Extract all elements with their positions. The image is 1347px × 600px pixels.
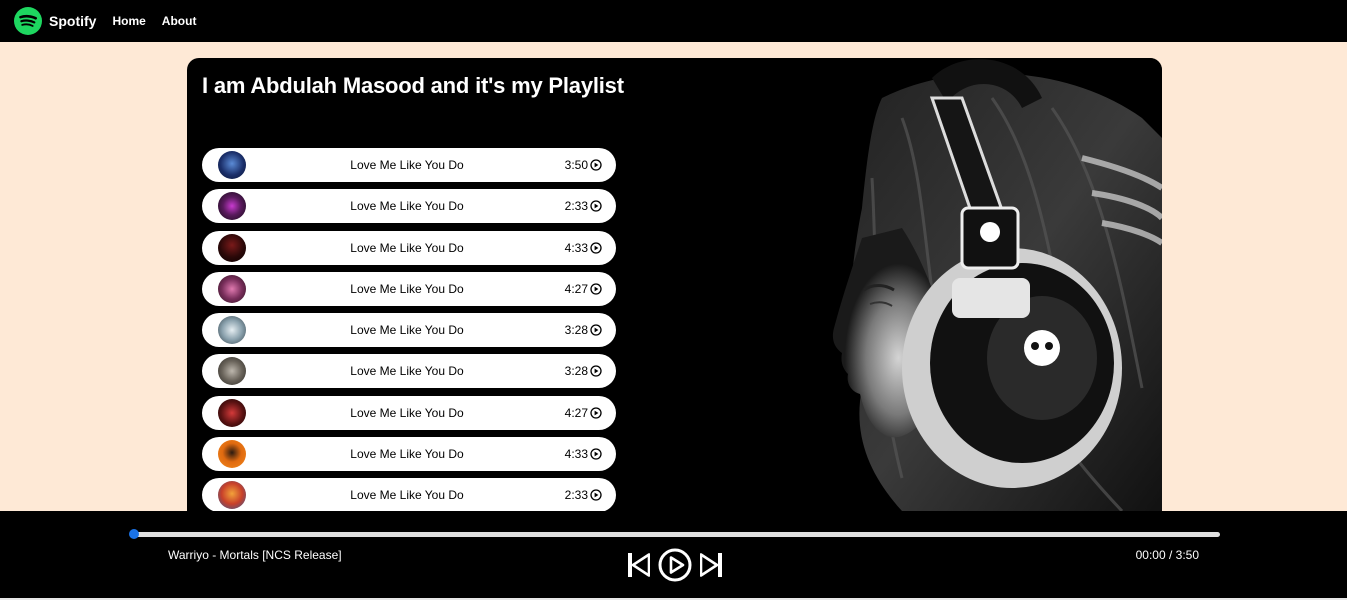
duration-text: 2:33 [564, 199, 588, 214]
song-name: Love Me Like You Do [350, 488, 464, 503]
song-duration: 4:33 [565, 447, 602, 461]
song-name: Love Me Like You Do [350, 158, 464, 172]
play-circle-icon[interactable] [590, 241, 602, 254]
song-item[interactable]: Love Me Like You Do 2:33 [202, 478, 616, 511]
song-name: Love Me Like You Do [350, 240, 464, 255]
song-item[interactable]: Love Me Like You Do 4:33 [202, 437, 616, 472]
duration-text: 4:33 [564, 240, 588, 255]
play-circle-icon[interactable] [658, 548, 692, 582]
play-circle-icon[interactable] [590, 365, 602, 378]
nav-link-about[interactable]: About [162, 14, 197, 28]
song-item[interactable]: Love Me Like You Do 4:27 [202, 395, 616, 430]
song-name: Love Me Like You Do [350, 323, 464, 338]
playlist-container: I am Abdulah Masood and it's my Playlist… [187, 58, 1162, 511]
spotify-logo[interactable] [14, 7, 42, 35]
playlist-title: I am Abdulah Masood and it's my Playlist [202, 73, 624, 98]
play-circle-icon[interactable] [590, 324, 602, 336]
duration-text: 3:28 [564, 364, 588, 379]
song-duration: 3:28 [565, 323, 602, 337]
skip-previous-icon[interactable] [628, 553, 650, 577]
song-duration: 2:33 [565, 488, 602, 502]
song-name: Love Me Like You Do [350, 199, 464, 214]
duration-text: 3:50 [564, 158, 588, 172]
song-duration: 4:33 [565, 241, 602, 255]
song-duration: 4:27 [565, 406, 602, 420]
duration-text: 4:27 [564, 405, 588, 420]
play-circle-icon[interactable] [590, 159, 602, 171]
spotify-logo-icon [14, 7, 42, 35]
song-duration: 3:50 [565, 158, 602, 172]
song-item[interactable]: Love Me Like You Do 4:27 [202, 271, 616, 306]
time-display: 00:00 / 3:50 [1135, 548, 1199, 562]
song-name: Love Me Like You Do [350, 405, 464, 420]
duration-text: 3:28 [564, 323, 588, 338]
song-duration: 3:28 [565, 364, 602, 378]
duration-text: 2:33 [564, 488, 588, 503]
skip-next-icon[interactable] [700, 553, 722, 577]
hero-illustration [602, 58, 1162, 511]
play-circle-icon[interactable] [590, 407, 602, 419]
song-name: Love Me Like You Do [350, 281, 464, 296]
play-circle-icon[interactable] [590, 489, 602, 502]
play-circle-icon[interactable] [590, 448, 602, 460]
song-name: Love Me Like You Do [350, 364, 464, 379]
song-item[interactable]: Love Me Like You Do 4:33 [202, 230, 616, 265]
play-circle-icon[interactable] [590, 200, 602, 212]
song-item[interactable]: Love Me Like You Do 3:28 [202, 354, 616, 389]
player-controls [628, 548, 722, 582]
song-item[interactable]: Love Me Like You Do 3:28 [202, 313, 616, 348]
song-item[interactable]: Love Me Like You Do 3:50 [202, 148, 616, 182]
player-bar: Warriyo - Mortals [NCS Release] 00:00 / … [0, 511, 1347, 598]
duration-text: 4:27 [564, 281, 588, 296]
song-list: Love Me Like You Do 3:50 Love Me Like Yo… [202, 148, 616, 511]
song-item[interactable]: Love Me Like You Do 2:33 [202, 189, 616, 224]
song-duration: 4:27 [565, 282, 602, 296]
now-playing-title: Warriyo - Mortals [NCS Release] [168, 548, 342, 562]
brand-name[interactable]: Spotify [49, 13, 96, 29]
progress-bar[interactable] [129, 529, 1220, 539]
progress-thumb[interactable] [129, 529, 139, 539]
song-duration: 2:33 [565, 199, 602, 213]
duration-text: 4:33 [564, 447, 588, 462]
nav-link-home[interactable]: Home [112, 14, 145, 28]
hero-image-headphones-woman [602, 58, 1162, 511]
song-name: Love Me Like You Do [350, 447, 464, 462]
play-circle-icon[interactable] [590, 283, 602, 295]
navbar: Spotify Home About [0, 0, 1347, 42]
